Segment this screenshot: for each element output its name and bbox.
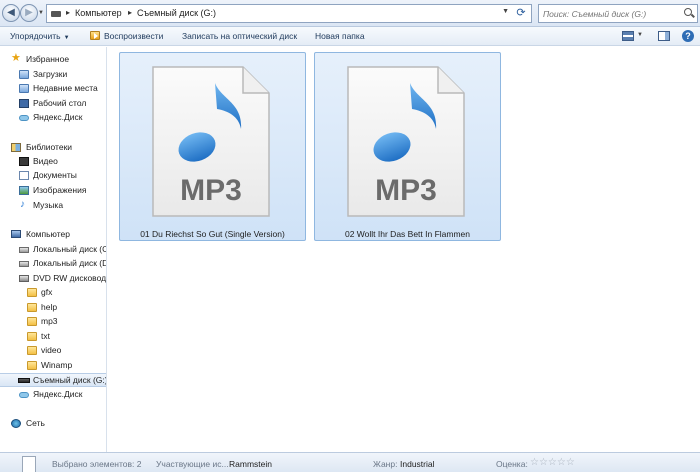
artist-key: Участвующие ис... <box>156 459 229 469</box>
change-view-icon[interactable] <box>622 31 634 41</box>
sidebar-item-libraries[interactable]: Библиотеки <box>0 141 106 155</box>
back-button[interactable]: ◀ <box>2 4 20 22</box>
svg-text:MP3: MP3 <box>180 174 242 207</box>
music-library-icon: ♪ <box>20 199 25 210</box>
sidebar-item-local-disk-c[interactable]: Локальный диск (С <box>0 243 106 257</box>
sidebar-item-dvd-drive[interactable]: DVD RW дисковод ( <box>0 272 106 286</box>
local-disk-icon <box>19 261 29 267</box>
yandex-disk-icon <box>19 115 29 121</box>
preview-pane-icon[interactable] <box>658 31 670 41</box>
sidebar-item-yandex-disk-2[interactable]: Яндекс.Диск <box>0 388 106 402</box>
artist-value[interactable]: Rammstein <box>229 459 272 469</box>
mp3-file-icon: MP3 <box>347 66 465 217</box>
desktop-icon <box>19 99 29 108</box>
downloads-folder-icon <box>19 70 29 79</box>
selection-count: Выбрано элементов: 2 <box>52 459 142 469</box>
sidebar-item-gfx[interactable]: gfx <box>0 286 106 300</box>
folder-icon <box>27 361 37 370</box>
chevron-down-icon[interactable]: ▼ <box>637 32 643 38</box>
rating-key: Оценка: <box>496 459 528 469</box>
selected-files-icon <box>22 456 36 472</box>
sidebar-item-computer[interactable]: Компьютер <box>0 228 106 242</box>
sidebar-item-music[interactable]: ♪ Музыка <box>0 199 106 213</box>
genre-key: Жанр: <box>373 459 398 469</box>
play-icon <box>90 31 100 40</box>
yandex-disk-icon <box>19 392 29 398</box>
play-button[interactable]: Воспроизвести <box>90 31 163 41</box>
sidebar-item-downloads[interactable]: Загрузки <box>0 68 106 82</box>
details-pane: Выбрано элементов: 2 Участвующие ис... R… <box>0 452 700 472</box>
svg-text:MP3: MP3 <box>375 174 437 207</box>
star-icon: ★ <box>11 53 21 64</box>
address-bar: ◀ ▶ ▼ ▸ Компьютер ▸ Съемный диск (G:) ▼ … <box>0 0 700 27</box>
sidebar-item-images[interactable]: Изображения <box>0 184 106 198</box>
file-tile[interactable]: MP3 01 Du Riechst So Gut (Single Version… <box>119 52 306 241</box>
organize-button[interactable]: Упорядочить ▼ <box>10 31 70 41</box>
dvd-drive-icon <box>19 275 29 282</box>
file-list[interactable]: MP3 01 Du Riechst So Gut (Single Version… <box>108 47 700 452</box>
sidebar-item-mp3[interactable]: mp3 <box>0 315 106 329</box>
sidebar-item-video-folder[interactable]: video <box>0 344 106 358</box>
libraries-icon <box>11 143 21 152</box>
sidebar-item-desktop[interactable]: Рабочий стол <box>0 97 106 111</box>
search-icon[interactable] <box>684 8 692 16</box>
chevron-down-icon: ▼ <box>38 10 44 16</box>
arrow-left-icon: ◀ <box>7 7 15 18</box>
refresh-icon[interactable]: ⟳ <box>513 6 529 21</box>
mp3-file-icon: MP3 <box>152 66 270 217</box>
sidebar-item-removable-disk[interactable]: Съемный диск (G:) <box>0 373 106 387</box>
new-folder-button[interactable]: Новая папка <box>315 31 365 41</box>
breadcrumb-separator-icon[interactable]: ▸ <box>128 8 132 17</box>
local-disk-icon <box>19 247 29 253</box>
computer-icon <box>11 230 21 238</box>
folder-icon <box>27 346 37 355</box>
folder-icon <box>27 303 37 312</box>
rating-stars-icon[interactable]: ☆☆☆☆☆ <box>530 457 575 468</box>
file-name: 02 Wollt Ihr Das Bett In Flammen <box>344 229 471 239</box>
video-library-icon <box>19 157 29 166</box>
genre-value[interactable]: Industrial <box>400 459 435 469</box>
sidebar-item-favorites[interactable]: ★ Избранное <box>0 53 106 67</box>
network-icon <box>11 419 21 428</box>
recent-places-icon <box>19 84 29 93</box>
new-folder-label: Новая папка <box>315 31 365 41</box>
sidebar-item-video[interactable]: Видео <box>0 155 106 169</box>
burn-button[interactable]: Записать на оптический диск <box>182 31 297 41</box>
images-library-icon <box>19 186 29 195</box>
sidebar-item-documents[interactable]: Документы <box>0 169 106 183</box>
arrow-right-icon: ▶ <box>25 7 33 18</box>
breadcrumb-computer[interactable]: Компьютер <box>75 8 122 18</box>
chevron-down-icon: ▼ <box>63 35 70 41</box>
file-tile[interactable]: MP3 02 Wollt Ihr Das Bett In Flammen <box>314 52 501 241</box>
sidebar-item-help[interactable]: help <box>0 301 106 315</box>
sidebar-item-network[interactable]: Сеть <box>0 417 106 431</box>
sidebar-item-recent-places[interactable]: Недавние места <box>0 82 106 96</box>
sidebar-item-txt[interactable]: txt <box>0 330 106 344</box>
sidebar-item-local-disk-d[interactable]: Локальный диск (D <box>0 257 106 271</box>
organize-label: Упорядочить <box>10 31 61 41</box>
sidebar-item-yandex-disk[interactable]: Яндекс.Диск <box>0 111 106 125</box>
play-label: Воспроизвести <box>104 31 164 41</box>
help-icon[interactable]: ? <box>682 30 694 42</box>
drive-icon <box>51 11 61 17</box>
burn-label: Записать на оптический диск <box>182 31 298 41</box>
sidebar-item-winamp[interactable]: Winamp <box>0 359 106 373</box>
search-input[interactable] <box>538 4 698 23</box>
address-field[interactable]: ▸ Компьютер ▸ Съемный диск (G:) ▼ ⟳ <box>46 4 532 23</box>
documents-library-icon <box>19 171 29 180</box>
recent-pages-dropdown[interactable]: ▼ <box>38 10 44 16</box>
folder-icon <box>27 288 37 297</box>
breadcrumb-removable-disk[interactable]: Съемный диск (G:) <box>137 8 216 18</box>
forward-button[interactable]: ▶ <box>20 4 38 22</box>
breadcrumb-separator-icon[interactable]: ▸ <box>66 8 70 17</box>
folder-icon <box>27 317 37 326</box>
command-toolbar: Упорядочить ▼ Воспроизвести Записать на о… <box>0 27 700 46</box>
file-name: 01 Du Riechst So Gut (Single Version) <box>140 229 285 239</box>
folder-icon <box>27 332 37 341</box>
address-dropdown-icon[interactable]: ▼ <box>502 8 509 15</box>
navigation-pane: ★ Избранное Загрузки Недавние места Рабо… <box>0 47 107 452</box>
removable-disk-icon <box>18 378 30 383</box>
